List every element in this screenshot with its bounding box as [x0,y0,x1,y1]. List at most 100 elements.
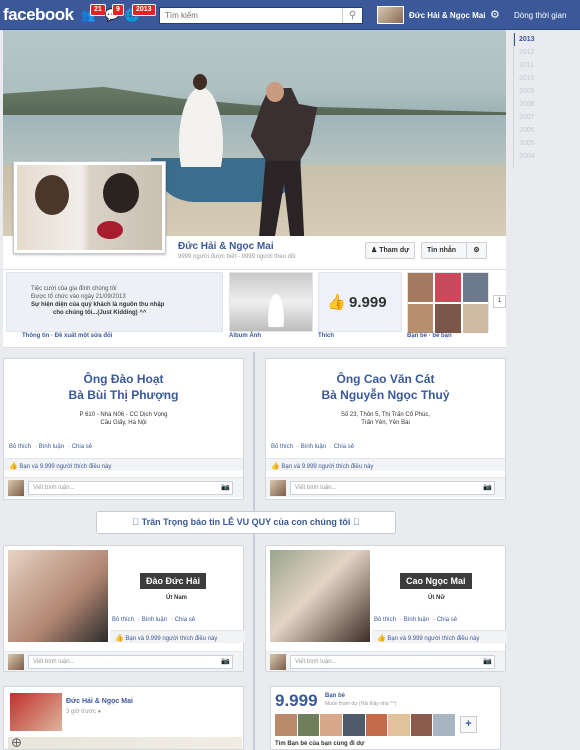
share-link[interactable]: Chia sẻ [334,444,354,450]
unlike-link[interactable]: Bỏ thích [9,444,31,450]
bride-photo[interactable] [270,550,370,642]
thumbs-up-icon: 👍 [9,463,18,470]
camera-icon[interactable]: 📷 [483,483,492,491]
friends-count: 9.999 [275,691,318,710]
friend-thumbnail[interactable] [388,714,410,736]
friend-thumbnail[interactable] [320,714,342,736]
about-strip: Tiệc cưới của gia đình chúng tôi Được tổ… [3,270,506,348]
post-bride: Cao Ngọc Mai Út Nữ Bỏ thích · Bình luận · … [265,545,507,672]
unlike-link[interactable]: Bỏ thích [271,444,293,450]
comment-link[interactable]: Bình luận [39,444,64,450]
friend-thumbnail[interactable] [297,714,320,736]
year-link[interactable]: 2011 [513,59,580,72]
user-avatar[interactable] [377,6,404,24]
likes-text[interactable]: Bạn và 9.999 người thích điều này [125,636,217,642]
unlike-link[interactable]: Bỏ thích [374,617,396,623]
comment-link[interactable]: Bình luận [142,617,167,623]
likes-count: 9.999 [349,294,387,311]
year-link[interactable]: 2009 [513,85,580,98]
top-bar: facebook 👥 21 💬 9 🌐 2013 ⚲ Đức Hải & Ngọ… [0,0,580,30]
comment-input[interactable]: Viết bình luận... 📷 [28,655,233,669]
year-link[interactable]: 2013 [513,33,580,46]
likes-text[interactable]: Bạn và 9.999 người thích điều này [387,636,479,642]
search-input[interactable] [160,8,340,23]
info-tab-label[interactable]: Thông tin · Đề xuất một sửa đổi [22,333,112,339]
friend-thumbnail [462,273,488,302]
user-name-link[interactable]: Đức Hải & Ngọc Mai [409,11,485,20]
message-button[interactable]: Tin nhắn [421,242,468,259]
friends-card[interactable] [407,272,489,333]
profile-name[interactable]: Đức Hải & Ngọc Mai [178,241,274,252]
add-friend-button[interactable]: + [460,716,477,733]
post-author-avatar[interactable] [10,693,62,731]
facebook-logo[interactable]: facebook [3,5,74,25]
friend-thumbnail[interactable] [275,714,297,736]
profile-picture[interactable] [13,161,166,254]
friends-box: 9.999 Bạn bè Muốn tham dự (Hải thầy nhà … [270,686,501,750]
globe-icon: ● [97,709,102,715]
year-link[interactable]: 2007 [513,111,580,124]
comment-placeholder: Viết bình luận... [33,485,75,491]
year-link[interactable]: 2006 [513,124,580,137]
search-box: ⚲ [159,7,363,24]
post-author-name[interactable]: Đức Hải & Ngọc Mai [66,698,133,705]
comment-link[interactable]: Bình luận [301,444,326,450]
map-preview[interactable] [8,737,242,749]
friend-thumbnail[interactable] [342,714,365,736]
post-time: 3 giờ trước ● [66,709,101,715]
likes-tab-label[interactable]: Thích [318,333,334,339]
year-link[interactable]: 2012 [513,46,580,59]
friends-subtitle: Muốn tham dự (Hải thầy nhà ^^) [325,701,397,707]
settings-dropdown-button[interactable]: ⚙ [466,242,487,259]
comment-placeholder: Viết bình luận... [295,659,337,665]
post-likes-bar: 👍 Bạn và 9.999 người thích điều này [4,458,243,471]
camera-icon[interactable]: 📷 [221,657,230,665]
likes-card[interactable]: 👍 9.999 [318,272,402,332]
share-link[interactable]: Chia sẻ [175,617,195,623]
share-link[interactable]: Chia sẻ [72,444,92,450]
friend-thumbnail [435,304,461,333]
year-link[interactable]: 2008 [513,98,580,111]
post-title: Ông Cao Văn Cát [336,372,435,386]
comment-placeholder: Viết bình luận... [33,659,75,665]
year-link[interactable]: 2004 [513,150,580,163]
album-tab-label[interactable]: Album Ảnh [229,333,261,339]
likes-text[interactable]: Bạn và 9.999 người thích điều này [281,464,373,470]
more-sections-button[interactable]: 1 [493,295,506,308]
album-card[interactable] [229,272,313,332]
likes-text[interactable]: Bạn và 9.999 người thích điều này [19,464,111,470]
timeline-link[interactable]: Dòng thời gian [514,11,566,20]
post-address: Số 23, Thôn 5, Thị Trấn Cổ Phúc, [340,412,431,418]
post-title: Ông Đào Hoạt [83,372,164,386]
post-address: Trấn Yên, Yên Bái [361,420,410,426]
comment-input[interactable]: Viết bình luận... 📷 [290,481,495,495]
unlike-link[interactable]: Bỏ thích [112,617,134,623]
post-bride-family: Ông Cao Văn Cát Bà Nguyễn Ngọc Thuỷ Số 2… [265,358,506,500]
post-address: P 610 - Nhà N06 - CC Dịch Vọng [79,412,168,418]
friends-label[interactable]: Bạn bè [325,693,345,699]
camera-icon[interactable]: 📷 [221,483,230,491]
camera-icon[interactable]: 📷 [483,657,492,665]
map-pin-icon[interactable]: ⨁ [12,737,21,748]
post-groom: Đào Đức Hải Út Nam Bỏ thích · Bình luận · … [3,545,245,672]
comment-link[interactable]: Bình luận [404,617,429,623]
info-card[interactable]: Tiệc cưới của gia đình chúng tôi Được tổ… [6,272,223,332]
share-link[interactable]: Chia sẻ [437,617,457,623]
attend-button[interactable]: ♟ Tham dự [365,242,416,259]
friends-tab-label[interactable]: Bạn bè · bè bạn [407,333,452,339]
comment-input[interactable]: Viết bình luận... 📷 [290,655,495,669]
year-link[interactable]: 2005 [513,137,580,150]
friend-thumbnail[interactable] [433,714,455,736]
comment-input[interactable]: Viết bình luận... 📷 [28,481,233,495]
post-likes-bar: 👍 Bạn và 9.999 người thích điều này [372,630,507,643]
bride-role: Út Nữ [428,595,445,601]
friend-thumbnail[interactable] [410,714,433,736]
gear-icon[interactable]: ⚙ [490,8,500,21]
friend-thumbnail [408,304,434,333]
friend-thumbnail[interactable] [365,714,388,736]
comment-bar: Viết bình luận... 📷 [266,477,505,497]
groom-photo[interactable] [8,550,108,642]
year-link[interactable]: 2010 [513,72,580,85]
friend-thumbnail [408,273,434,302]
search-icon[interactable]: ⚲ [342,8,362,23]
